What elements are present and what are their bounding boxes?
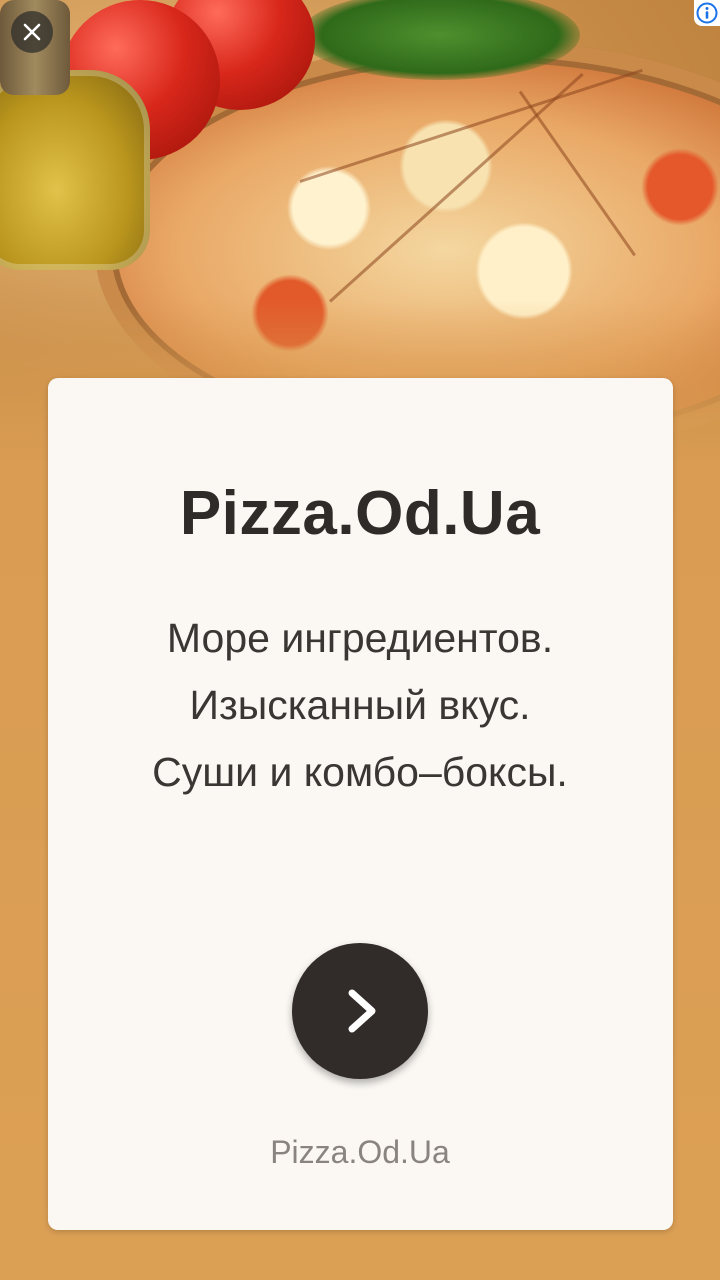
oil-bottle-image [0, 70, 150, 270]
tagline-line: Море ингредиентов. [166, 615, 554, 661]
tagline-line: Суши и комбо–боксы. [152, 749, 568, 795]
close-icon [23, 23, 41, 41]
close-ad-button[interactable] [11, 11, 53, 53]
info-icon [696, 2, 718, 24]
chevron-right-icon [348, 989, 376, 1033]
tagline-line: Изысканный вкус. [189, 682, 531, 728]
ad-title[interactable]: Pizza.Od.Ua [0, 478, 720, 549]
ad-domain-link[interactable]: Pizza.Od.Ua [0, 1134, 720, 1171]
cta-next-button[interactable] [292, 943, 428, 1079]
interstitial-ad: Pizza.Od.Ua Море ингредиентов. Изысканны… [0, 0, 720, 1280]
ad-info-button[interactable] [694, 0, 720, 26]
ad-tagline: Море ингредиентов. Изысканный вкус. Суши… [0, 605, 720, 806]
